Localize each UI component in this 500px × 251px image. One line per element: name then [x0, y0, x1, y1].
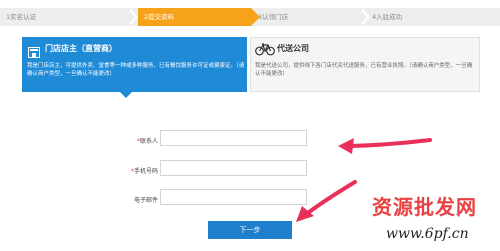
watermark-dots: ...... — [445, 208, 461, 217]
annotation-arrow-bottom — [303, 180, 357, 217]
watermark-text: 资源批发网 — [372, 195, 477, 219]
annotation-arrow-top — [348, 138, 432, 148]
annotation-arrowhead-top — [338, 138, 354, 154]
watermark-url: www.6pf.cn — [386, 226, 469, 242]
